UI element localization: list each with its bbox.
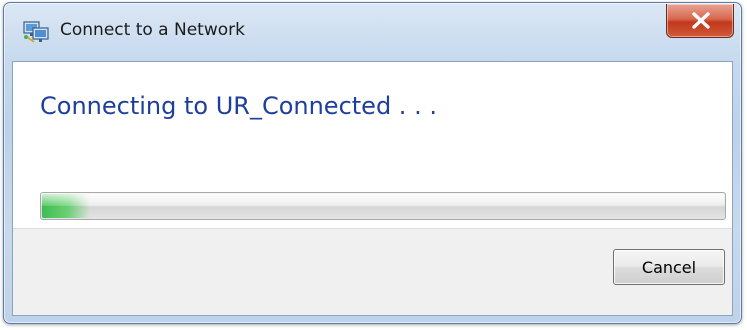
close-icon [692,12,710,29]
status-heading: Connecting to UR_Connected . . . [40,92,437,120]
window-title: Connect to a Network [60,20,245,40]
cancel-button[interactable]: Cancel [613,249,725,285]
button-bar: Cancel [13,228,732,315]
network-connect-icon [22,19,50,45]
dialog-window: Connect to a Network Connecting to UR_Co… [3,2,742,324]
close-button[interactable] [666,4,734,38]
progress-gloss [42,194,724,206]
dialog-content: Connecting to UR_Connected . . . Cancel [12,61,733,316]
title-bar[interactable]: Connect to a Network [4,3,741,61]
progress-bar [40,192,726,220]
progress-fill [42,194,90,218]
